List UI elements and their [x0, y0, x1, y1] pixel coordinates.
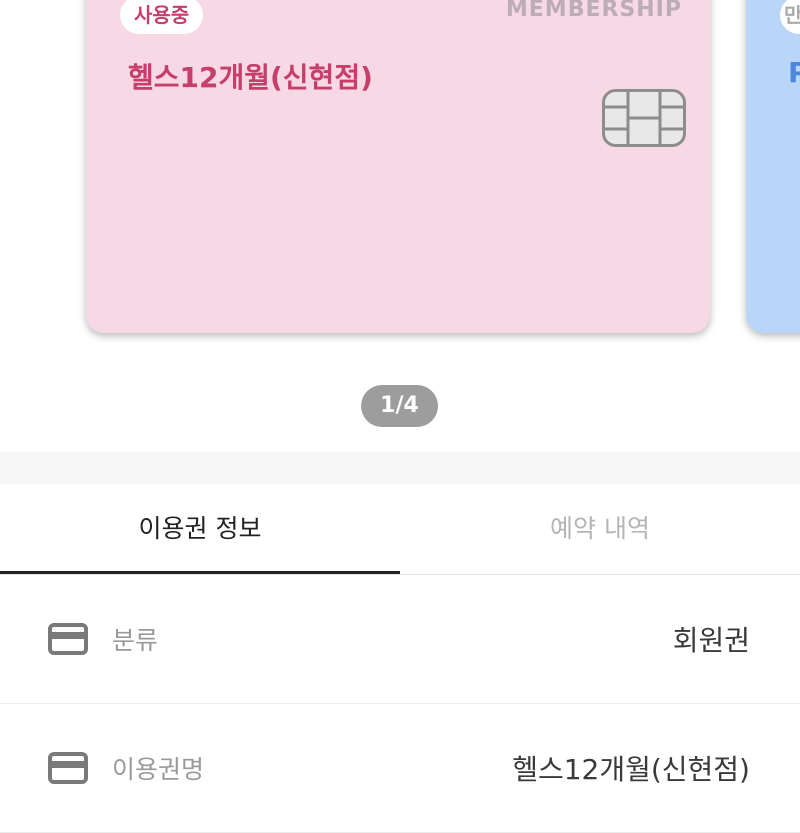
tab-bar: 이용권 정보 예약 내역	[0, 484, 800, 575]
membership-card[interactable]: 사용중 MEMBERSHIP 헬스12개월(신현점)	[86, 0, 710, 333]
tab-pass-info[interactable]: 이용권 정보	[0, 484, 400, 574]
info-row-pass-name: 이용권명 헬스12개월(신현점)	[0, 704, 800, 833]
next-membership-card[interactable]: 만 P	[746, 0, 800, 333]
row-value: 회원권	[672, 624, 750, 657]
credit-card-icon	[48, 752, 88, 784]
membership-carousel[interactable]: 사용중 MEMBERSHIP 헬스12개월(신현점) 만 P 1/4	[0, 0, 800, 452]
credit-card-icon	[48, 623, 88, 655]
row-label: 분류	[112, 626, 159, 655]
next-card-status-badge: 만	[780, 0, 800, 34]
card-brand-label: MEMBERSHIP	[505, 0, 682, 22]
info-row-category: 분류 회원권	[0, 575, 800, 704]
status-badge: 사용중	[120, 0, 204, 34]
row-label: 이용권명	[112, 755, 205, 784]
tab-reservation-history[interactable]: 예약 내역	[400, 484, 800, 574]
carousel-page-indicator: 1/4	[361, 385, 438, 427]
section-divider	[0, 452, 800, 484]
card-chip-icon	[602, 89, 686, 147]
row-value: 헬스12개월(신현점)	[512, 753, 750, 786]
card-title: 헬스12개월(신현점)	[128, 61, 373, 94]
next-card-title: P	[788, 56, 800, 89]
